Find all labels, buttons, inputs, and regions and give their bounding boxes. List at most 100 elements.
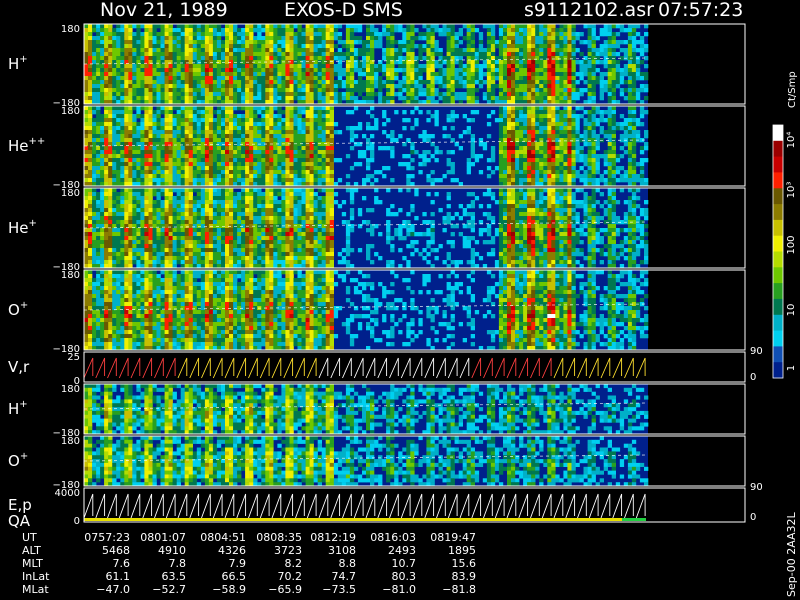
heat-cell (160, 162, 165, 167)
heat-cell (265, 122, 270, 127)
heat-cell (277, 36, 282, 41)
heat-cell (325, 158, 330, 163)
heat-cell (132, 196, 137, 201)
heat-cell (241, 36, 246, 41)
heat-cell (160, 134, 165, 139)
heat-cell (305, 44, 310, 49)
heat-cell (539, 48, 544, 53)
heat-cell (603, 154, 608, 159)
heat-cell (370, 44, 375, 49)
heat-cell (353, 48, 359, 53)
heat-cell (132, 122, 137, 127)
heat-cell (196, 80, 202, 85)
heat-cell (144, 76, 149, 81)
heat-cell (92, 106, 97, 111)
heat-cell (422, 36, 427, 41)
heat-cell (563, 126, 568, 131)
heat-cell (156, 192, 161, 197)
heat-cell (200, 178, 206, 183)
heat-cell (237, 150, 242, 155)
heat-cell (313, 76, 318, 81)
heat-cell (370, 158, 375, 163)
heat-cell (168, 162, 173, 167)
heat-cell (515, 158, 520, 163)
heat-cell (241, 150, 246, 155)
heat-cell (353, 24, 359, 29)
heat-cell (644, 158, 649, 163)
heat-cell (216, 166, 222, 171)
heat-cell (84, 118, 89, 123)
heat-cell (631, 146, 637, 151)
heat-cell (337, 72, 343, 77)
heat-cell (587, 64, 592, 69)
heat-cell (386, 76, 391, 81)
heat-cell (144, 24, 149, 29)
heat-cell (619, 88, 625, 93)
heat-cell (386, 68, 391, 73)
heat-cell (498, 76, 504, 81)
heat-cell (559, 114, 564, 119)
heat-cell (245, 126, 250, 131)
heat-cell (309, 60, 314, 65)
heat-cell (221, 40, 226, 45)
heat-cell (341, 40, 347, 45)
heat-cell (595, 110, 600, 115)
heat-cell (237, 154, 242, 159)
heat-cell (204, 80, 210, 85)
heat-cell (104, 150, 109, 155)
heat-cell (631, 48, 637, 53)
heat-cell (329, 36, 334, 41)
heat-cell (273, 92, 278, 97)
heat-cell (511, 110, 516, 115)
heat-cell (555, 44, 560, 49)
heat-cell (289, 150, 294, 155)
heat-cell (156, 138, 161, 143)
heat-cell (430, 72, 435, 77)
heat-cell (216, 118, 222, 123)
heat-cell (644, 146, 649, 151)
heat-cell (567, 122, 572, 127)
heat-cell (390, 68, 395, 73)
heat-cell (116, 150, 121, 155)
heat-cell (402, 88, 407, 93)
heat-cell (631, 142, 637, 147)
heat-cell (104, 92, 109, 97)
heat-cell (221, 146, 226, 151)
heat-cell (128, 162, 133, 167)
heat-cell (156, 196, 161, 201)
heat-cell (607, 122, 612, 127)
heat-cell (120, 178, 125, 183)
heat-cell (156, 32, 161, 37)
heat-cell (289, 138, 294, 143)
heat-cell (277, 24, 282, 29)
heat-cell (192, 44, 198, 49)
heat-cell (313, 60, 318, 65)
heat-cell (277, 150, 282, 155)
heat-cell (370, 88, 375, 93)
heat-cell (490, 52, 496, 57)
heat-cell (571, 126, 576, 131)
heat-cell (297, 166, 302, 171)
heat-cell (180, 110, 185, 115)
heat-cell (221, 118, 226, 123)
heat-cell (104, 126, 109, 131)
heat-cell (390, 130, 395, 135)
heat-cell (446, 28, 451, 33)
heat-cell (498, 126, 504, 131)
heat-cell (494, 96, 500, 101)
heat-cell (607, 134, 612, 139)
heat-cell (84, 32, 89, 37)
heat-cell (583, 80, 588, 85)
heat-cell (422, 32, 427, 37)
heat-cell (245, 162, 250, 167)
heat-cell (539, 142, 544, 147)
heat-cell (345, 80, 351, 85)
heat-cell (406, 88, 411, 93)
heat-cell (249, 126, 254, 131)
heat-cell (257, 96, 262, 101)
heat-cell (422, 150, 427, 155)
heat-cell (571, 110, 576, 115)
heat-cell (281, 88, 286, 93)
heat-cell (543, 72, 548, 77)
heat-cell (446, 24, 451, 29)
